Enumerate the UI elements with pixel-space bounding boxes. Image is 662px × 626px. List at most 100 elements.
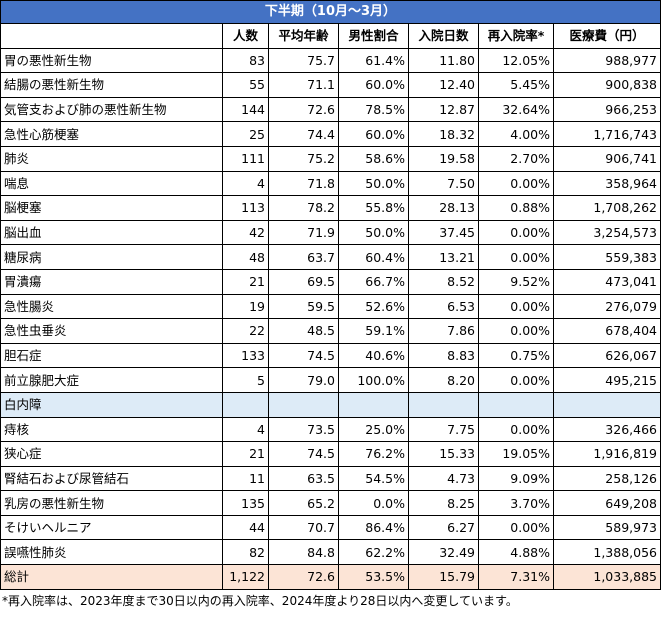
cost-cell: 1,388,056 — [553, 539, 661, 566]
count-cell: 25 — [222, 121, 269, 147]
male-ratio-cell: 58.6% — [338, 145, 409, 172]
disease-name: 脳出血 — [0, 219, 223, 246]
disease-name: 肺炎 — [0, 145, 223, 172]
days-cell: 7.50 — [408, 170, 479, 197]
cost-cell: 906,741 — [553, 145, 661, 172]
header-readmission: 再入院率* — [478, 23, 554, 49]
cost-cell: 988,977 — [553, 47, 661, 74]
total-row: 総計 1,122 72.6 53.5% 15.79 7.31% 1,033,88… — [0, 564, 661, 590]
title-row: 下半期（10月～3月） — [0, 0, 661, 24]
days-cell: 15.33 — [408, 441, 479, 467]
age-cell: 84.8 — [268, 539, 339, 566]
male-ratio-cell: 0.0% — [338, 490, 409, 516]
days-cell: 8.83 — [408, 342, 479, 369]
male-ratio-cell: 60.0% — [338, 121, 409, 147]
table-row: 肺炎 111 75.2 58.6% 19.58 2.70% 906,741 — [0, 145, 661, 172]
count-cell — [222, 391, 269, 418]
disease-name: そけいヘルニア — [0, 514, 223, 541]
cost-cell: 276,079 — [553, 293, 661, 320]
count-cell: 144 — [222, 96, 269, 123]
days-cell — [408, 391, 479, 418]
count-cell: 44 — [222, 514, 269, 541]
male-ratio-cell: 86.4% — [338, 514, 409, 541]
count-cell: 42 — [222, 219, 269, 246]
table-row: 胃潰瘍 21 69.5 66.7% 8.52 9.52% 473,041 — [0, 268, 661, 295]
age-cell: 72.6 — [268, 96, 339, 123]
days-cell: 4.73 — [408, 465, 479, 492]
age-cell: 71.8 — [268, 170, 339, 197]
table-row: 結腸の悪性新生物 55 71.1 60.0% 12.40 5.45% 900,838 — [0, 72, 661, 98]
header-name — [0, 23, 223, 49]
table-row: 脳出血 42 71.9 50.0% 37.45 0.00% 3,254,573 — [0, 219, 661, 246]
days-cell: 6.53 — [408, 293, 479, 320]
table-row: 胃の悪性新生物 83 75.7 61.4% 11.80 12.05% 988,977 — [0, 47, 661, 74]
readmission-cell: 0.00% — [478, 170, 554, 197]
male-ratio-cell: 60.4% — [338, 244, 409, 270]
disease-name: 糖尿病 — [0, 244, 223, 270]
days-cell: 12.87 — [408, 96, 479, 123]
readmission-cell: 0.75% — [478, 342, 554, 369]
cost-cell: 589,973 — [553, 514, 661, 541]
age-cell: 74.5 — [268, 342, 339, 369]
table-row: 胆石症 133 74.5 40.6% 8.83 0.75% 626,067 — [0, 342, 661, 369]
total-days: 15.79 — [408, 564, 479, 590]
male-ratio-cell: 60.0% — [338, 72, 409, 98]
table-title: 下半期（10月～3月） — [0, 0, 661, 24]
male-ratio-cell: 78.5% — [338, 96, 409, 123]
statistics-table: 下半期（10月～3月） 人数 平均年齢 男性割合 入院日数 再入院率* 医療費（… — [0, 0, 661, 590]
readmission-cell: 3.70% — [478, 490, 554, 516]
male-ratio-cell: 54.5% — [338, 465, 409, 492]
count-cell: 55 — [222, 72, 269, 98]
male-ratio-cell: 76.2% — [338, 441, 409, 467]
male-ratio-cell: 50.0% — [338, 170, 409, 197]
table-row: 痔核 4 73.5 25.0% 7.75 0.00% 326,466 — [0, 416, 661, 443]
disease-name: 胃潰瘍 — [0, 268, 223, 295]
readmission-cell: 12.05% — [478, 47, 554, 74]
count-cell: 113 — [222, 195, 269, 221]
disease-name: 痔核 — [0, 416, 223, 443]
header-row: 人数 平均年齢 男性割合 入院日数 再入院率* 医療費（円） — [0, 23, 661, 49]
days-cell: 19.58 — [408, 145, 479, 172]
readmission-cell: 0.00% — [478, 367, 554, 393]
disease-name: 誤嚥性肺炎 — [0, 539, 223, 566]
age-cell: 63.5 — [268, 465, 339, 492]
readmission-cell: 0.00% — [478, 416, 554, 443]
header-male-ratio: 男性割合 — [338, 23, 409, 49]
age-cell: 78.2 — [268, 195, 339, 221]
age-cell: 74.4 — [268, 121, 339, 147]
table-row: 前立腺肥大症 5 79.0 100.0% 8.20 0.00% 495,215 — [0, 367, 661, 393]
table-row: そけいヘルニア 44 70.7 86.4% 6.27 0.00% 589,973 — [0, 514, 661, 541]
age-cell: 63.7 — [268, 244, 339, 270]
count-cell: 5 — [222, 367, 269, 393]
table-row: 狭心症 21 74.5 76.2% 15.33 19.05% 1,916,819 — [0, 441, 661, 467]
cost-cell: 1,708,262 — [553, 195, 661, 221]
cost-cell: 495,215 — [553, 367, 661, 393]
days-cell: 6.27 — [408, 514, 479, 541]
disease-name: 気管支および肺の悪性新生物 — [0, 96, 223, 123]
age-cell: 73.5 — [268, 416, 339, 443]
header-age: 平均年齢 — [268, 23, 339, 49]
disease-name: 胆石症 — [0, 342, 223, 369]
disease-name: 結腸の悪性新生物 — [0, 72, 223, 98]
readmission-cell: 0.00% — [478, 318, 554, 344]
header-days: 入院日数 — [408, 23, 479, 49]
readmission-cell: 9.09% — [478, 465, 554, 492]
count-cell: 21 — [222, 268, 269, 295]
days-cell: 32.49 — [408, 539, 479, 566]
readmission-cell: 32.64% — [478, 96, 554, 123]
days-cell: 8.20 — [408, 367, 479, 393]
days-cell: 7.86 — [408, 318, 479, 344]
cost-cell: 258,126 — [553, 465, 661, 492]
disease-name: 乳房の悪性新生物 — [0, 490, 223, 516]
table-row: 気管支および肺の悪性新生物 144 72.6 78.5% 12.87 32.64% 966,… — [0, 96, 661, 123]
count-cell: 83 — [222, 47, 269, 74]
table-row: 糖尿病 48 63.7 60.4% 13.21 0.00% 559,383 — [0, 244, 661, 270]
disease-name: 胃の悪性新生物 — [0, 47, 223, 74]
days-cell: 11.80 — [408, 47, 479, 74]
table-body: 胃の悪性新生物 83 75.7 61.4% 11.80 12.05% 988,977 結腸の悪… — [0, 47, 661, 566]
age-cell: 59.5 — [268, 293, 339, 320]
cost-cell: 326,466 — [553, 416, 661, 443]
male-ratio-cell: 50.0% — [338, 219, 409, 246]
table-row: 乳房の悪性新生物 135 65.2 0.0% 8.25 3.70% 649,208 — [0, 490, 661, 516]
readmission-cell: 0.88% — [478, 195, 554, 221]
